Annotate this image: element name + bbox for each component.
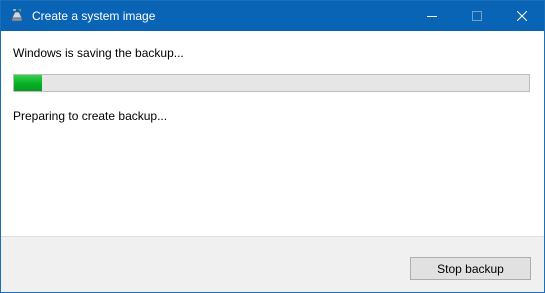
dialog-window: Create a system image Windows is saving … — [0, 0, 545, 293]
close-button[interactable] — [499, 1, 544, 31]
maximize-icon — [471, 11, 482, 21]
window-title: Create a system image — [32, 9, 156, 23]
dialog-footer: Stop backup — [1, 236, 544, 292]
stop-backup-button[interactable]: Stop backup — [410, 257, 531, 280]
status-detail: Preparing to create backup... — [13, 109, 168, 123]
minimize-button[interactable] — [409, 1, 454, 31]
progress-bar — [13, 74, 530, 92]
progress-fill — [14, 75, 43, 91]
title-bar[interactable]: Create a system image — [1, 1, 544, 31]
minimize-icon — [426, 11, 437, 21]
maximize-button[interactable] — [454, 1, 499, 31]
backup-drive-icon — [9, 8, 25, 24]
close-icon — [516, 11, 527, 21]
dialog-content: Windows is saving the backup... Preparin… — [1, 31, 544, 236]
status-heading: Windows is saving the backup... — [13, 46, 184, 60]
